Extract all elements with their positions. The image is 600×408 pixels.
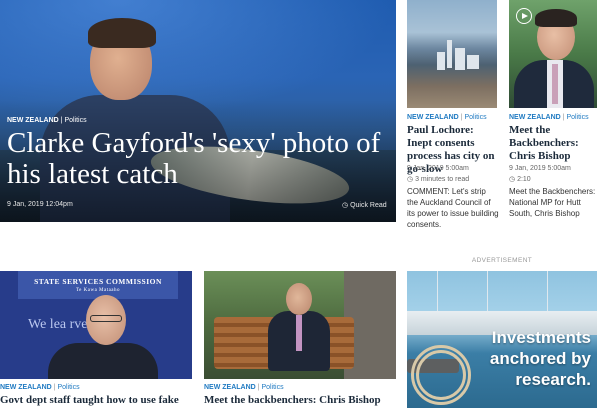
clock-icon: ◷	[342, 202, 349, 209]
card1-meta: NEW ZEALAND | Politics	[407, 114, 487, 121]
ad-text: Investments anchored by research.	[489, 328, 591, 389]
city-building	[455, 48, 465, 70]
hero-date: 9 Jan, 2019 12:04pm	[7, 201, 73, 208]
hero-title[interactable]: Clarke Gayford's 'sexy' photo of his lat…	[7, 128, 387, 190]
hero-quick-read[interactable]: ◷ Quick Read	[342, 201, 387, 209]
play-icon[interactable]	[516, 8, 532, 24]
card3-suit	[48, 343, 158, 379]
card1-image[interactable]	[407, 0, 497, 108]
card4-tie	[296, 315, 302, 351]
card2-tie	[552, 64, 558, 104]
hero-section[interactable]: NEW ZEALAND	[7, 117, 59, 124]
card1-read-time-label: 3 minutes to read	[415, 176, 470, 183]
card4-title[interactable]: Meet the backbenchers: Chris Bishop	[204, 394, 396, 407]
card2-hair	[535, 9, 577, 27]
card4-image[interactable]	[204, 271, 396, 379]
card2-duration-label: 2:10	[517, 176, 531, 183]
city-building	[467, 55, 479, 69]
card4-section[interactable]: NEW ZEALAND	[204, 384, 256, 391]
ad-mast	[437, 271, 438, 311]
ad-rope	[411, 345, 471, 405]
city-building	[437, 52, 445, 70]
advertisement-banner[interactable]: Investments anchored by research.	[407, 271, 597, 408]
city-tower	[447, 40, 452, 68]
hero-category[interactable]: Politics	[64, 117, 86, 124]
card3-slogan: We lea rve.	[28, 317, 91, 332]
card2-title[interactable]: Meet the Backbenchers: Chris Bishop	[509, 124, 597, 163]
card2-category[interactable]: Politics	[566, 114, 588, 121]
card1-summary[interactable]: COMMENT: Let's strip the Auckland Counci…	[407, 186, 499, 230]
card1-read-time: ◷ 3 minutes to read	[407, 175, 469, 183]
card2-date: 9 Jan, 2019 5:00am	[509, 165, 571, 172]
advertisement-label: ADVERTISEMENT	[471, 257, 533, 264]
ad-mast	[547, 271, 548, 311]
card4-head	[286, 283, 312, 315]
card3-glasses	[90, 315, 122, 322]
hero-meta: NEW ZEALAND | Politics	[7, 117, 87, 124]
card4-category[interactable]: Politics	[261, 384, 283, 391]
quick-read-label: Quick Read	[350, 202, 387, 209]
card3-meta: NEW ZEALAND | Politics	[0, 384, 80, 391]
card3-banner-text: STATE SERVICES COMMISSION	[34, 277, 162, 286]
card1-section[interactable]: NEW ZEALAND	[407, 114, 459, 121]
card3-banner-sub: Te Kawa Mataaho	[75, 288, 121, 293]
card2-meta: NEW ZEALAND | Politics	[509, 114, 589, 121]
clock-icon: ◷	[509, 176, 516, 183]
card1-date: 9 Jan, 2019 5:00am	[407, 165, 469, 172]
card2-duration: ◷ 2:10	[509, 175, 531, 183]
card3-image-banner: STATE SERVICES COMMISSION Te Kawa Mataah…	[18, 271, 178, 299]
clock-icon: ◷	[407, 176, 414, 183]
card3-section[interactable]: NEW ZEALAND	[0, 384, 52, 391]
card3-image[interactable]: STATE SERVICES COMMISSION Te Kawa Mataah…	[0, 271, 192, 379]
card4-meta: NEW ZEALAND | Politics	[204, 384, 284, 391]
card1-category[interactable]: Politics	[464, 114, 486, 121]
card3-category[interactable]: Politics	[57, 384, 79, 391]
ad-mast	[487, 271, 488, 311]
card3-title[interactable]: Govt dept staff taught how to use fake	[0, 394, 196, 407]
card2-section[interactable]: NEW ZEALAND	[509, 114, 561, 121]
hero-person-hair	[88, 18, 156, 48]
card2-summary[interactable]: Meet the Backbenchers: National MP for H…	[509, 186, 599, 219]
